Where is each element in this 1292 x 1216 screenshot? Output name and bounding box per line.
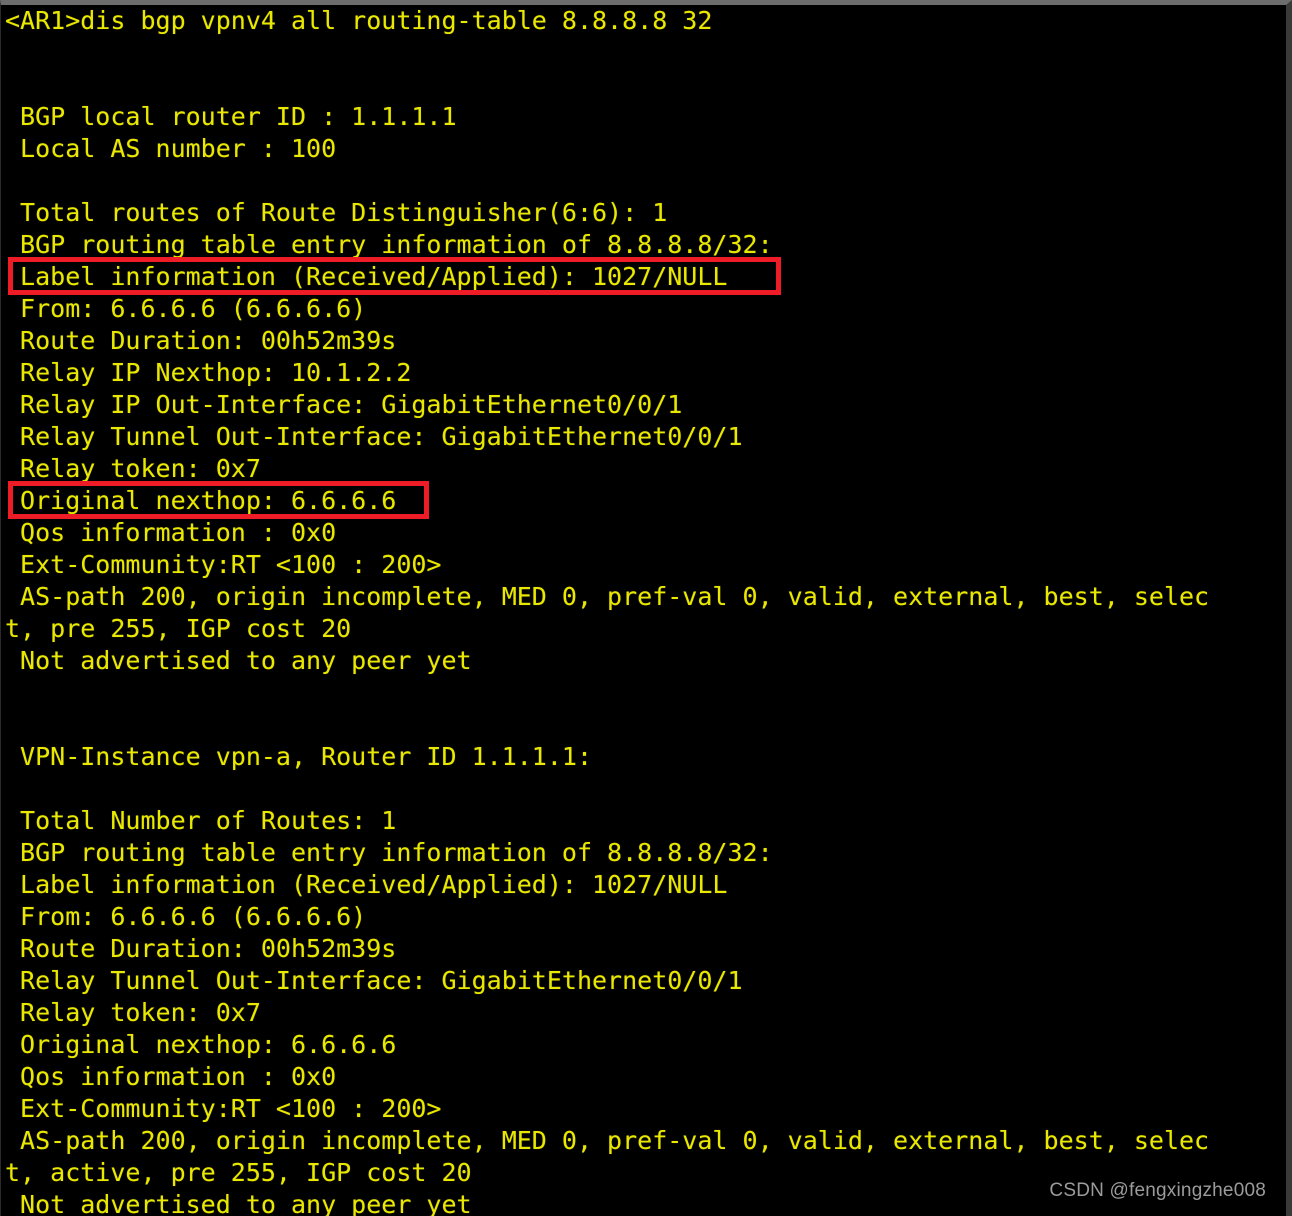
terminal-line: From: 6.6.6.6 (6.6.6.6) [5,902,367,931]
terminal-line: BGP local router ID : 1.1.1.1 [5,102,457,131]
terminal-line: Ext-Community:RT <100 : 200> [5,550,442,579]
terminal-line: Label information (Received/Applied): 10… [5,870,728,899]
terminal-line: Relay Tunnel Out-Interface: GigabitEther… [5,966,743,995]
terminal-line: Original nexthop: 6.6.6.6 [5,1030,397,1059]
terminal-line: Qos information : 0x0 [5,518,337,547]
terminal-line: Total Number of Routes: 1 [5,806,397,835]
terminal-line: Relay IP Nexthop: 10.1.2.2 [5,358,412,387]
csdn-watermark: CSDN @fengxingzhe008 [1049,1180,1266,1201]
terminal-line: Total routes of Route Distinguisher(6:6)… [5,198,668,227]
terminal-line: Not advertised to any peer yet [5,646,472,675]
terminal-line: Relay Tunnel Out-Interface: GigabitEther… [5,422,743,451]
terminal-line: AS-path 200, origin incomplete, MED 0, p… [5,1126,1210,1155]
terminal-line: VPN-Instance vpn-a, Router ID 1.1.1.1: [5,742,592,771]
terminal-line: Route Duration: 00h52m39s [5,934,397,963]
terminal-line: t, pre 255, IGP cost 20 [5,614,352,643]
terminal-line: BGP routing table entry information of 8… [5,230,773,259]
terminal-output-text[interactable]: <AR1>dis bgp vpnv4 all routing-table 8.8… [1,5,1286,1216]
terminal-line: Relay token: 0x7 [5,454,261,483]
terminal-line: <AR1>dis bgp vpnv4 all routing-table 8.8… [5,6,713,35]
terminal-line: Ext-Community:RT <100 : 200> [5,1094,442,1123]
terminal-line: BGP routing table entry information of 8… [5,838,773,867]
terminal-line: Original nexthop: 6.6.6.6 [5,486,397,515]
terminal-line: AS-path 200, origin incomplete, MED 0, p… [5,582,1210,611]
terminal-line: Label information (Received/Applied): 10… [5,262,728,291]
terminal-line: Local AS number : 100 [5,134,337,163]
terminal-window[interactable]: <AR1>dis bgp vpnv4 all routing-table 8.8… [0,0,1292,1216]
terminal-line: Relay IP Out-Interface: GigabitEthernet0… [5,390,683,419]
terminal-line: Qos information : 0x0 [5,1062,337,1091]
terminal-line: Relay token: 0x7 [5,998,261,1027]
terminal-line: Route Duration: 00h52m39s [5,326,397,355]
terminal-line: From: 6.6.6.6 (6.6.6.6) [5,294,367,323]
